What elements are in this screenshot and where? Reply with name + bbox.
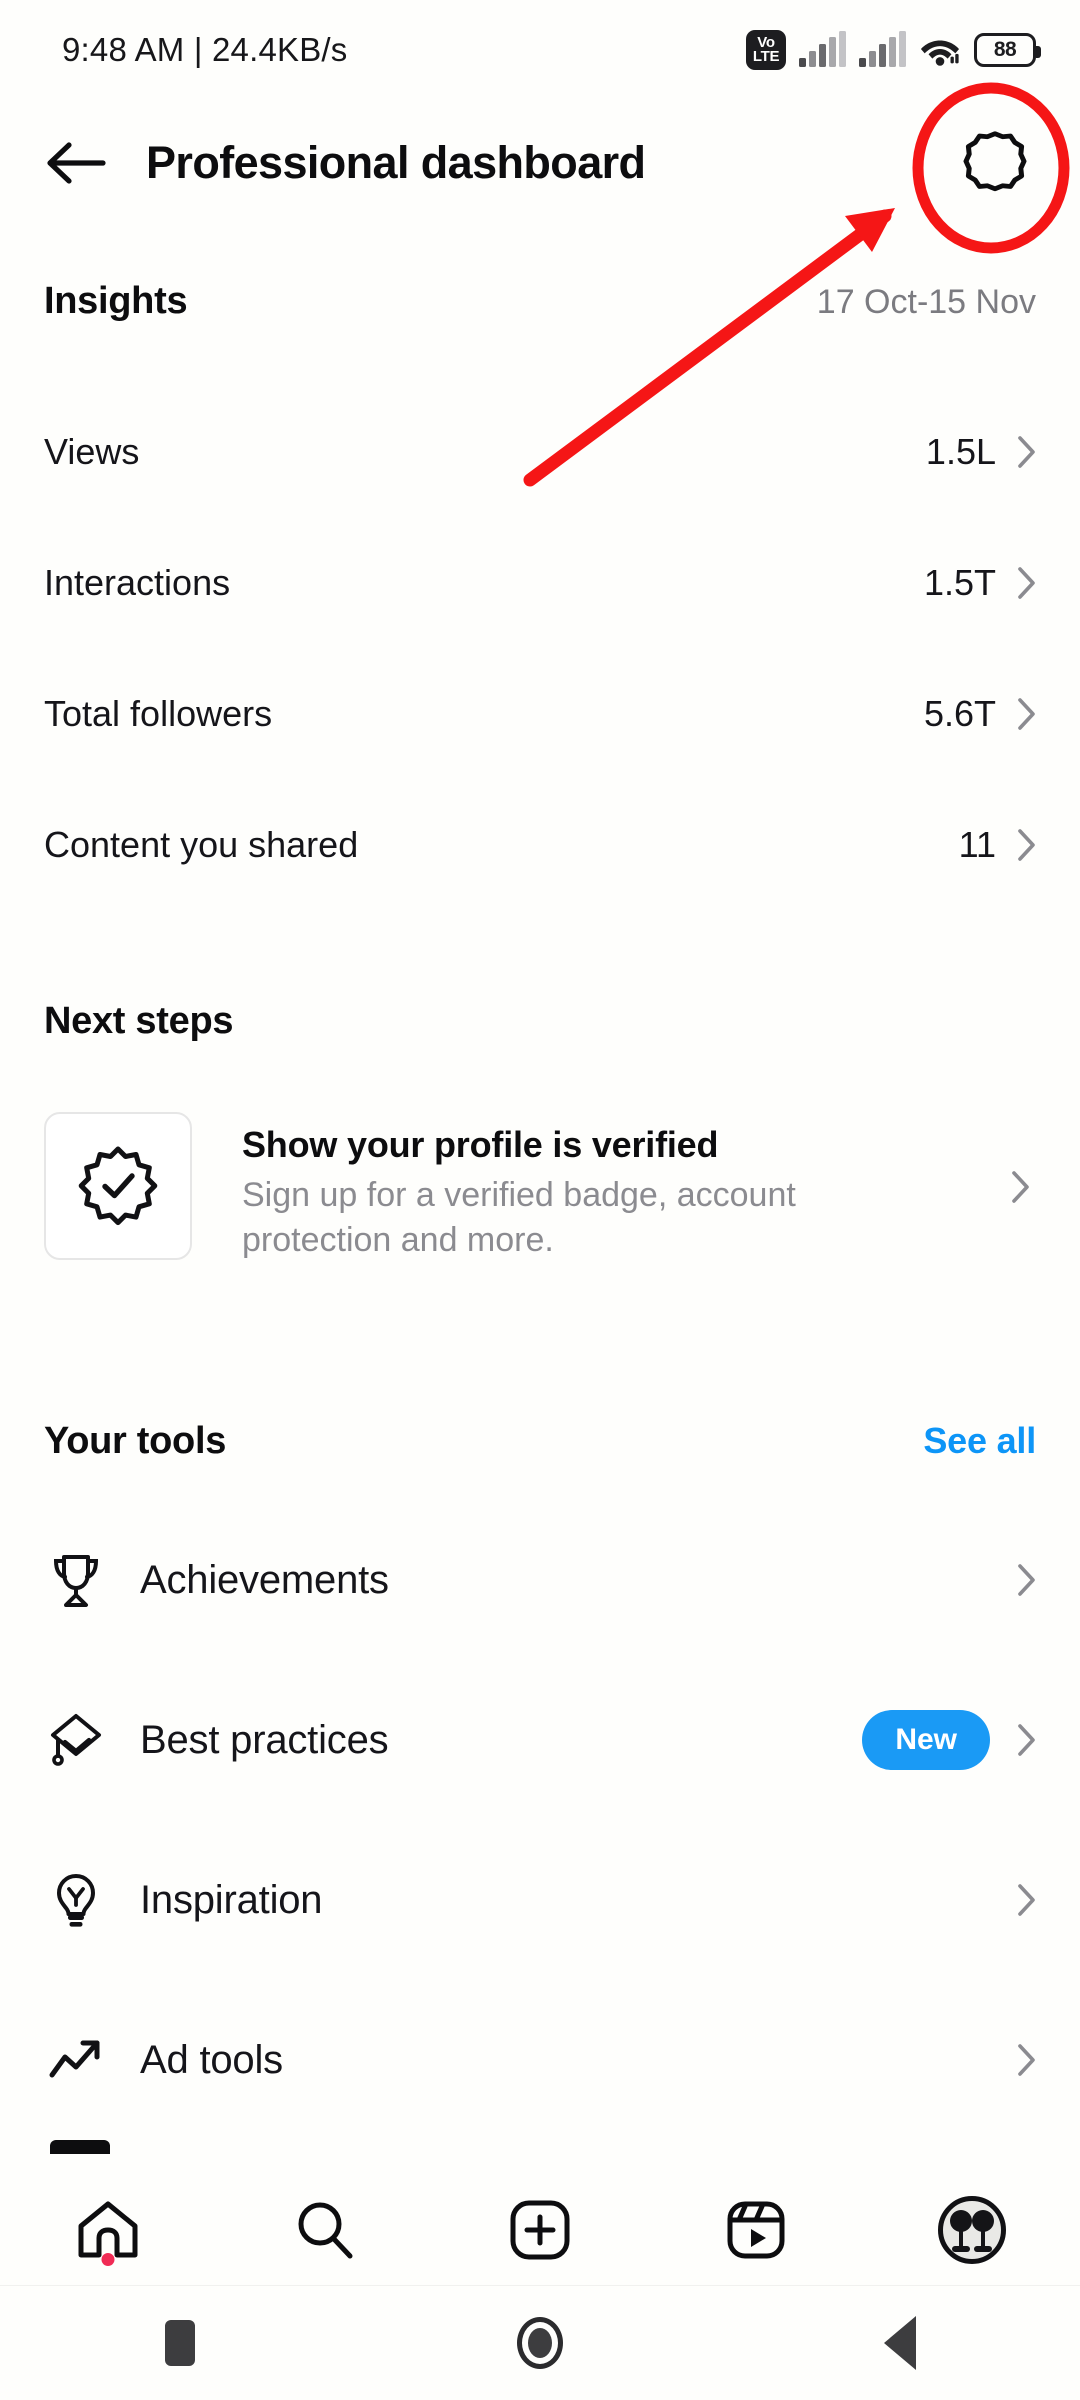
insights-title: Insights	[44, 280, 188, 322]
tool-row-inspiration[interactable]: Inspiration	[44, 1860, 1036, 1940]
system-recents-button[interactable]	[120, 2298, 240, 2388]
nav-item-home[interactable]	[48, 2180, 168, 2280]
system-back-button[interactable]	[840, 2298, 960, 2388]
square-icon	[165, 2320, 195, 2366]
battery-level-text: 88	[993, 38, 1017, 61]
bottom-navigation-bar	[0, 2175, 1080, 2285]
next-steps-title: Next steps	[44, 1000, 234, 1042]
chevron-right-icon	[1018, 1724, 1035, 1756]
plus-square-icon	[510, 2200, 570, 2260]
home-icon	[78, 2201, 138, 2258]
wifi-icon	[920, 40, 960, 66]
partially-visible-scrolled-content	[50, 2140, 110, 2154]
tool-label: Achievements	[140, 1557, 389, 1602]
insight-row-views[interactable]: Views 1.5L	[44, 420, 1036, 484]
status-bar: 9:48 AM | 24.4KB/s Vo LTE 88	[0, 0, 1080, 100]
search-icon	[298, 2202, 353, 2259]
battery-icon: 88	[974, 33, 1041, 67]
tool-label: Ad tools	[140, 2037, 283, 2082]
your-tools-title: Your tools	[44, 1420, 227, 1462]
new-badge: New	[862, 1710, 990, 1770]
chevron-right-icon	[1018, 1884, 1035, 1916]
signal-bars-icon	[859, 31, 906, 67]
phone-screen: 9:48 AM | 24.4KB/s Vo LTE 88 Professiona…	[0, 0, 1080, 2400]
verified-badge-icon	[44, 1112, 192, 1260]
insights-section-header: Insights 17 Oct-15 Nov	[44, 280, 1036, 323]
nav-item-search[interactable]	[264, 2180, 384, 2280]
page-title: Professional dashboard	[146, 136, 646, 188]
insight-value: 5.6T	[923, 693, 996, 734]
nav-item-profile[interactable]	[912, 2180, 1032, 2280]
insight-value-group: 11	[959, 824, 1036, 866]
insight-value-group: 5.6T	[924, 693, 1036, 735]
next-step-card[interactable]: Show your profile is verified Sign up fo…	[44, 1112, 1036, 1263]
trending-up-icon	[44, 2028, 108, 2092]
next-step-subtitle: Sign up for a verified badge, account pr…	[242, 1176, 796, 1259]
back-arrow-icon[interactable]	[44, 130, 110, 196]
triangle-back-icon	[884, 2316, 916, 2370]
signal-bars-icon	[799, 31, 846, 67]
system-home-button[interactable]	[480, 2298, 600, 2388]
nav-item-create[interactable]	[480, 2180, 600, 2280]
chevron-right-icon	[1018, 567, 1035, 599]
chevron-right-icon	[1018, 829, 1035, 861]
insight-row-content-you-shared[interactable]: Content you shared 11	[44, 813, 1036, 877]
insight-label: Interactions	[44, 562, 231, 603]
insight-row-interactions[interactable]: Interactions 1.5T	[44, 551, 1036, 615]
android-system-navigation-bar	[0, 2285, 1080, 2400]
status-time-and-network-speed: 9:48 AM | 24.4KB/s	[62, 31, 348, 68]
insight-value: 11	[958, 824, 996, 865]
insight-value: 1.5L	[925, 431, 996, 472]
chevron-right-icon	[1018, 1564, 1035, 1596]
your-tools-section-header: Your tools See all	[44, 1420, 1036, 1463]
insights-date-range: 17 Oct-15 Nov	[816, 283, 1036, 321]
tool-row-achievements[interactable]: Achievements	[44, 1540, 1036, 1620]
nav-item-reels[interactable]	[696, 2180, 816, 2280]
lightbulb-icon	[44, 1868, 108, 1932]
insight-label: Total followers	[44, 693, 273, 734]
insight-row-total-followers[interactable]: Total followers 5.6T	[44, 682, 1036, 746]
next-step-text-block: Show your profile is verified Sign up fo…	[192, 1112, 1012, 1263]
insight-label: Views	[44, 431, 140, 472]
tool-label: Inspiration	[140, 1877, 323, 1922]
trophy-icon	[44, 1548, 108, 1612]
insight-value-group: 1.5L	[926, 431, 1036, 473]
insight-value: 1.5T	[923, 562, 996, 603]
volte-icon: Vo LTE	[746, 30, 786, 70]
avatar-icon	[938, 2196, 1006, 2264]
app-header: Professional dashboard	[0, 100, 1080, 225]
insight-value-group: 1.5T	[924, 562, 1036, 604]
insight-label: Content you shared	[44, 824, 359, 865]
reels-icon	[727, 2201, 785, 2259]
tool-row-best-practices[interactable]: Best practices New	[44, 1700, 1036, 1780]
volte-bottom-text: LTE	[752, 48, 780, 65]
chevron-right-icon	[1018, 436, 1035, 468]
next-steps-section-header: Next steps	[44, 1000, 1036, 1043]
chevron-right-icon	[1012, 1171, 1036, 1204]
status-icons: Vo LTE 88	[746, 30, 1041, 70]
chevron-right-icon	[1018, 2044, 1035, 2076]
next-step-title: Show your profile is verified	[242, 1124, 719, 1165]
graduation-cap-icon	[44, 1708, 108, 1772]
tool-label: Best practices	[140, 1717, 389, 1762]
home-notification-dot	[101, 2253, 115, 2266]
gear-icon[interactable]	[958, 126, 1032, 200]
tool-row-ad-tools[interactable]: Ad tools	[44, 2020, 1036, 2100]
circle-icon	[517, 2317, 563, 2369]
chevron-right-icon	[1018, 698, 1035, 730]
see-all-link[interactable]: See all	[923, 1420, 1036, 1462]
